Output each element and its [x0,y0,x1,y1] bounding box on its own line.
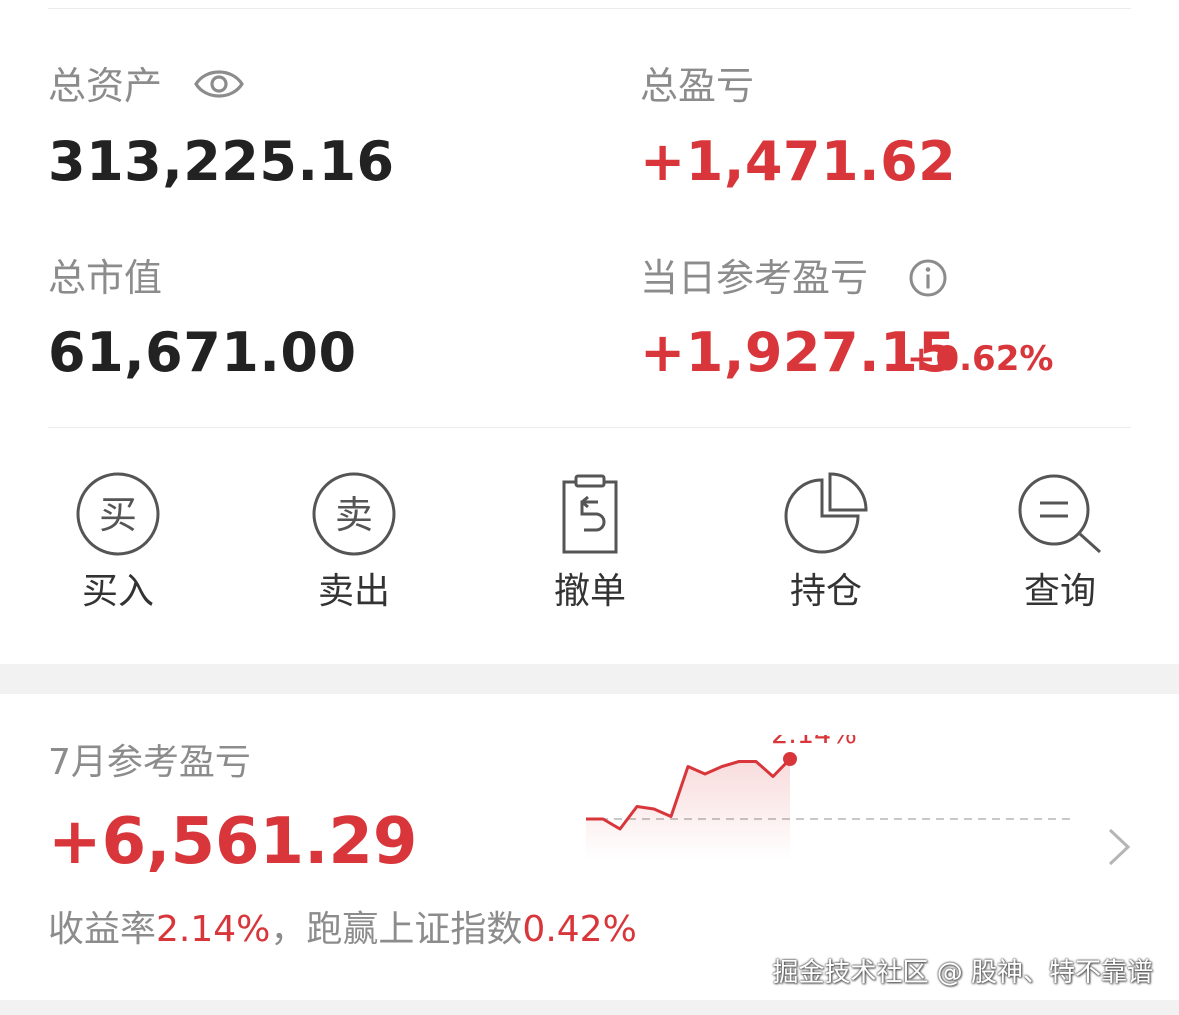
watermark: 掘金技术社区 @ 股神、特不靠谱 [772,958,1153,988]
monthly-pnl-value: +6,561.29 [48,805,418,879]
sell-button[interactable]: 卖 卖出 [279,470,429,630]
pie-chart-icon [784,472,868,554]
svg-text:卖: 卖 [335,493,373,537]
sparkline-area [586,759,790,860]
positions-label: 持仓 [789,571,862,612]
beat-index-value: 0.42% [522,909,637,950]
buy-icon: 买 [76,472,160,556]
return-rate-value: 2.14% [156,909,271,950]
bottom-separator [0,1000,1179,1015]
daily-pnl-percent: +0.62% [907,339,1054,379]
total-pnl-value: +1,471.62 [640,130,957,193]
section-separator [0,664,1179,694]
search-icon [1018,474,1102,554]
svg-text:买: 买 [99,493,137,537]
query-label: 查询 [1023,571,1096,612]
return-separator: ， [270,909,307,950]
summary-divider [48,427,1131,428]
sparkline-last-point [783,752,797,766]
cancel-order-label: 撤单 [553,571,626,612]
total-assets-value: 313,225.16 [48,130,395,193]
sell-label: 卖出 [317,571,390,612]
cancel-order-button[interactable]: 撤单 [515,470,665,630]
total-pnl-label: 总盈亏 [640,64,755,108]
chevron-right-icon[interactable] [1106,826,1132,868]
sell-icon: 卖 [312,472,396,556]
top-divider [48,8,1131,9]
query-button[interactable]: 查询 [985,470,1135,630]
buy-button[interactable]: 买 买入 [43,470,193,630]
eye-icon[interactable] [194,66,244,102]
monthly-pnl-label: 7月参考盈亏 [48,742,251,783]
monthly-return-sparkline: 2.14% [586,735,1076,860]
return-summary: 收益率2.14%，跑赢上证指数0.42% [48,912,637,948]
info-icon[interactable] [908,258,948,298]
sparkline-peak-label: 2.14% [771,735,857,750]
beat-index-label: 跑赢上证指数 [306,909,523,950]
market-value-value: 61,671.00 [48,321,357,384]
return-rate-label: 收益率 [48,909,157,950]
total-assets-label: 总资产 [48,64,163,108]
buy-label: 买入 [81,571,154,612]
daily-pnl-label: 当日参考盈亏 [640,256,869,300]
positions-button[interactable]: 持仓 [751,470,901,630]
market-value-label: 总市值 [48,256,163,300]
cancel-order-icon [562,474,618,554]
